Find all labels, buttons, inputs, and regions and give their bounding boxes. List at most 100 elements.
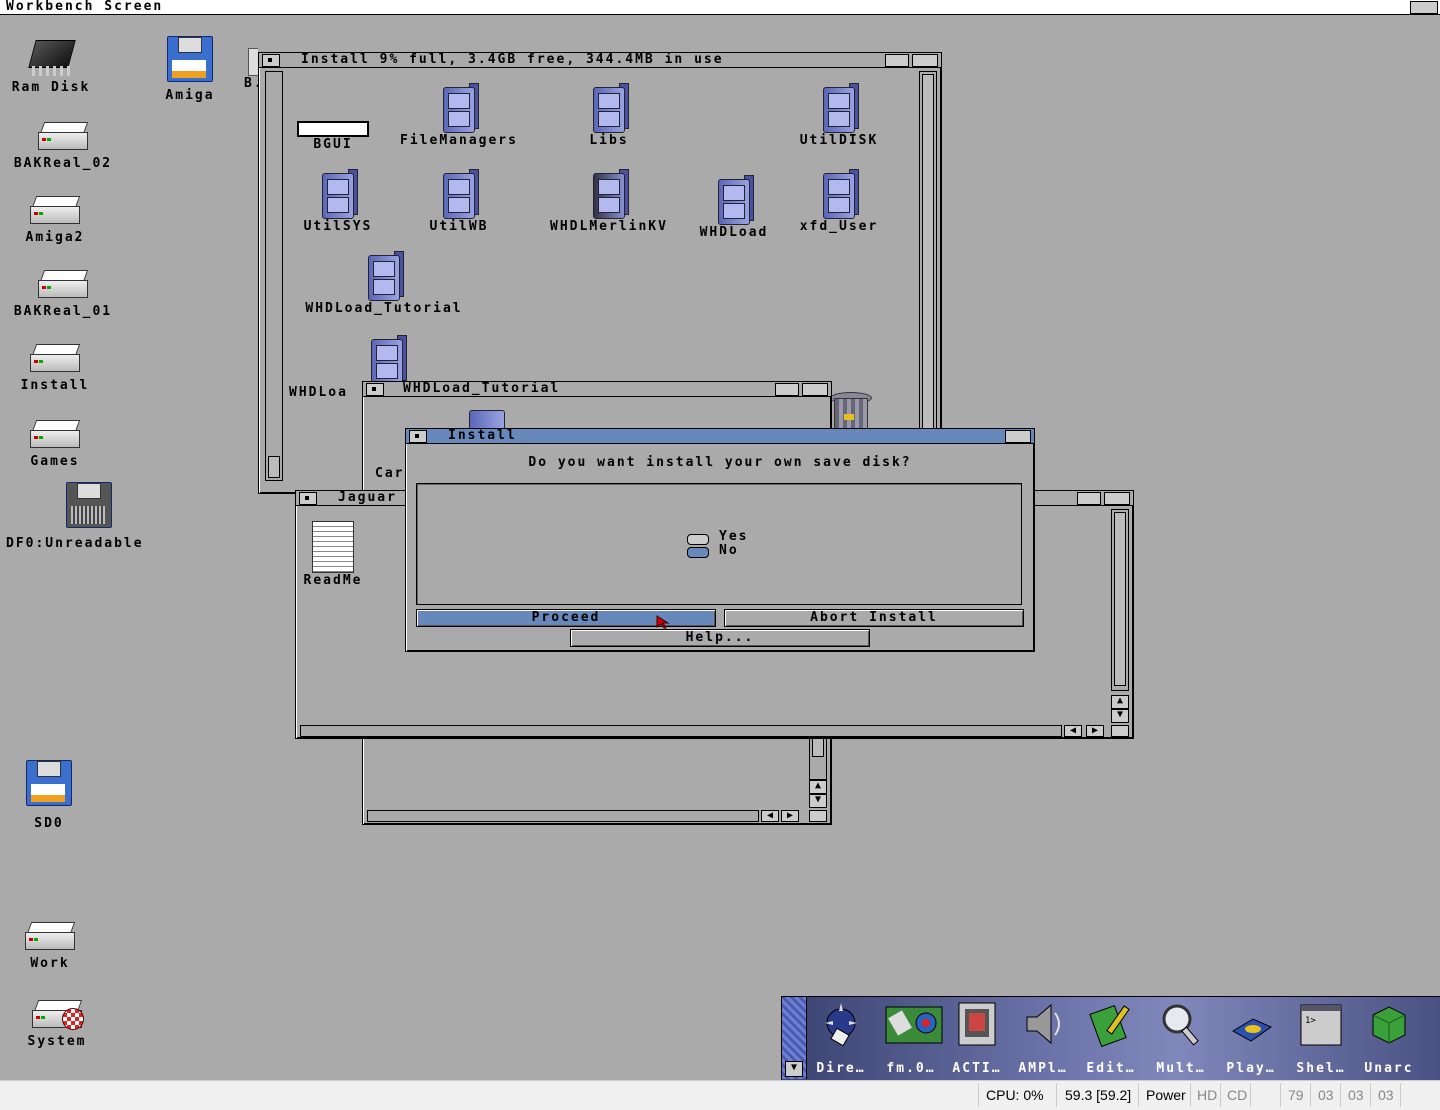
- drawer-cabinet-icon: [318, 167, 358, 219]
- drawer-icon-filemanagers[interactable]: FileManagers: [389, 81, 529, 148]
- scroll-left-icon[interactable]: ◀: [1064, 725, 1082, 737]
- scroll-down-icon[interactable]: ▼: [809, 794, 827, 808]
- mouse-pointer-icon: [656, 615, 670, 629]
- vertical-scrollbar[interactable]: [919, 71, 937, 481]
- resize-gadget-icon[interactable]: [809, 810, 827, 822]
- dock-item-activity[interactable]: ACTI…: [950, 1001, 1004, 1076]
- dock-item-directory-opus[interactable]: Dire…: [814, 1001, 868, 1076]
- desktop-icon-games[interactable]: Games: [10, 418, 100, 469]
- drawer-icon-whdload[interactable]: WHDLoad: [691, 173, 777, 240]
- zoom-gadget-icon[interactable]: [775, 383, 799, 396]
- vertical-scrollbar[interactable]: [1111, 509, 1129, 691]
- dock-item-filemaster[interactable]: fm.0…: [884, 1001, 943, 1076]
- drawer-cabinet-icon: [469, 410, 505, 432]
- scroll-left-icon[interactable]: ◀: [761, 810, 779, 822]
- depth-gadget-icon[interactable]: [1104, 492, 1130, 505]
- floppy-disk-icon: [66, 482, 112, 528]
- depth-gadget-icon[interactable]: [912, 54, 938, 67]
- screen-depth-gadget[interactable]: [1410, 1, 1438, 14]
- abort-install-button[interactable]: Abort Install: [724, 609, 1024, 627]
- bgui-icon: [297, 121, 369, 137]
- scroll-down-icon[interactable]: ▼: [1111, 709, 1129, 723]
- dock-item-player[interactable]: Play…: [1224, 1001, 1278, 1076]
- scroll-up-icon[interactable]: ▲: [1111, 695, 1129, 709]
- proceed-button[interactable]: Proceed: [416, 609, 716, 627]
- horizontal-scrollbar[interactable]: [367, 810, 759, 822]
- dock-grip[interactable]: ▼: [782, 997, 807, 1079]
- drawer-icon-whdloa[interactable]: WHDLoa: [289, 333, 407, 400]
- zoom-gadget-icon[interactable]: [1077, 492, 1101, 505]
- drawer-icon-utilsys[interactable]: UtilSYS: [293, 167, 383, 234]
- horizontal-scrollbar[interactable]: [300, 725, 1062, 737]
- close-gadget-icon[interactable]: [262, 54, 280, 67]
- desktop-icon-label: DF0:Unreadable: [6, 536, 144, 551]
- desktop-icon-amiga[interactable]: Amiga: [150, 36, 230, 103]
- file-icon-readme[interactable]: ReadMe: [298, 521, 368, 588]
- dock-item-label: fm.0…: [886, 1061, 936, 1076]
- zoom-gadget-icon[interactable]: [885, 54, 909, 67]
- radio-no[interactable]: [687, 547, 709, 558]
- notepad-pencil-icon: [1089, 1004, 1130, 1048]
- shell-window-icon: 1>: [1300, 1004, 1342, 1046]
- drawer-icon-whdload-tutorial[interactable]: WHDLoad_Tutorial: [289, 249, 479, 316]
- dock-item-amplifier[interactable]: AMPl…: [1016, 1001, 1070, 1076]
- icon-label: WHDLMerlinKV: [550, 219, 668, 234]
- depth-gadget-icon[interactable]: [802, 383, 828, 396]
- desktop-icon-label: Amiga: [165, 88, 215, 103]
- drawer-icon-bgui[interactable]: BGUI: [297, 121, 369, 152]
- hard-drive-icon: [38, 120, 89, 150]
- drawer-icon-utilwb[interactable]: UtilWB: [419, 167, 499, 234]
- hard-drive-boing-icon: [32, 998, 84, 1030]
- close-gadget-icon[interactable]: [366, 383, 384, 396]
- dock-item-multiview[interactable]: Mult…: [1154, 1001, 1208, 1076]
- desktop-icon-label: Amiga2: [25, 230, 85, 245]
- desktop-icon-label: Ram Disk: [11, 80, 91, 95]
- close-gadget-icon[interactable]: [409, 430, 427, 443]
- dock-item-unarc[interactable]: Unarc: [1362, 1001, 1416, 1076]
- ram-chip-icon: [26, 30, 76, 80]
- resize-gadget-icon[interactable]: [1111, 725, 1129, 737]
- dock-item-editor[interactable]: Edit…: [1084, 1001, 1138, 1076]
- disc-player-icon: [1232, 1018, 1273, 1042]
- scroll-up-icon[interactable]: ▲: [809, 780, 827, 794]
- depth-gadget-icon[interactable]: [1005, 430, 1031, 443]
- desktop-icon-df0[interactable]: DF0:Unreadable: [6, 482, 172, 551]
- icon-label: xfd_User: [799, 219, 879, 234]
- window-title-bar[interactable]: Install 9% full, 3.4GB free, 344.4MB in …: [259, 52, 941, 68]
- dock-item-label: Unarc: [1364, 1061, 1414, 1076]
- dock-menu-icon[interactable]: ▼: [785, 1061, 803, 1077]
- trashcan-icon[interactable]: [828, 392, 872, 430]
- svg-text:1>: 1>: [1305, 1016, 1316, 1026]
- desktop-icon-bakreal-02[interactable]: BAKReal_02: [4, 120, 122, 171]
- desktop-icon-label: Games: [30, 454, 80, 469]
- desktop-icon-sd0[interactable]: SD0: [14, 760, 84, 831]
- drive-counter-1: 03: [1318, 1087, 1334, 1103]
- left-scroll-strip[interactable]: [265, 71, 283, 481]
- icon-label: UtilDISK: [799, 133, 879, 148]
- drawer-icon-utildisk[interactable]: UtilDISK: [789, 81, 889, 148]
- help-button[interactable]: Help...: [570, 629, 870, 647]
- dock-item-label: Dire…: [816, 1061, 866, 1076]
- window-title-bar[interactable]: WHDLoad_Tutorial: [363, 381, 831, 397]
- desktop-icon-work[interactable]: Work: [10, 920, 90, 971]
- install-dialog-window[interactable]: Install Do you want install your own sav…: [405, 428, 1035, 652]
- desktop-icon-partial-b[interactable]: B.: [236, 48, 258, 91]
- drive-counter-3: 03: [1378, 1087, 1394, 1103]
- dock-item-shell[interactable]: 1> Shel…: [1294, 1001, 1348, 1076]
- desktop-icon-bakreal-01[interactable]: BAKReal_01: [4, 268, 122, 319]
- desktop-icon-install[interactable]: Install: [10, 342, 100, 393]
- close-gadget-icon[interactable]: [299, 492, 317, 505]
- desktop-icon-ram-disk[interactable]: Ram Disk: [4, 30, 98, 95]
- desktop-icon-label: B.: [244, 76, 258, 91]
- scroll-right-icon[interactable]: ▶: [781, 810, 799, 822]
- desktop-icon-amiga2[interactable]: Amiga2: [10, 194, 100, 245]
- radio-yes[interactable]: [687, 534, 709, 545]
- scroll-right-icon[interactable]: ▶: [1086, 725, 1104, 737]
- window-title-bar[interactable]: Install: [406, 428, 1034, 444]
- desktop-icon-system[interactable]: System: [12, 998, 102, 1049]
- hard-drive-icon: [38, 268, 89, 298]
- drawer-icon-whdlmerlinkv[interactable]: WHDLMerlinKV: [537, 167, 681, 234]
- drawer-cabinet-icon: [819, 81, 859, 133]
- drawer-icon-libs[interactable]: Libs: [569, 81, 649, 148]
- drawer-icon-xfd-user[interactable]: xfd_User: [789, 167, 889, 234]
